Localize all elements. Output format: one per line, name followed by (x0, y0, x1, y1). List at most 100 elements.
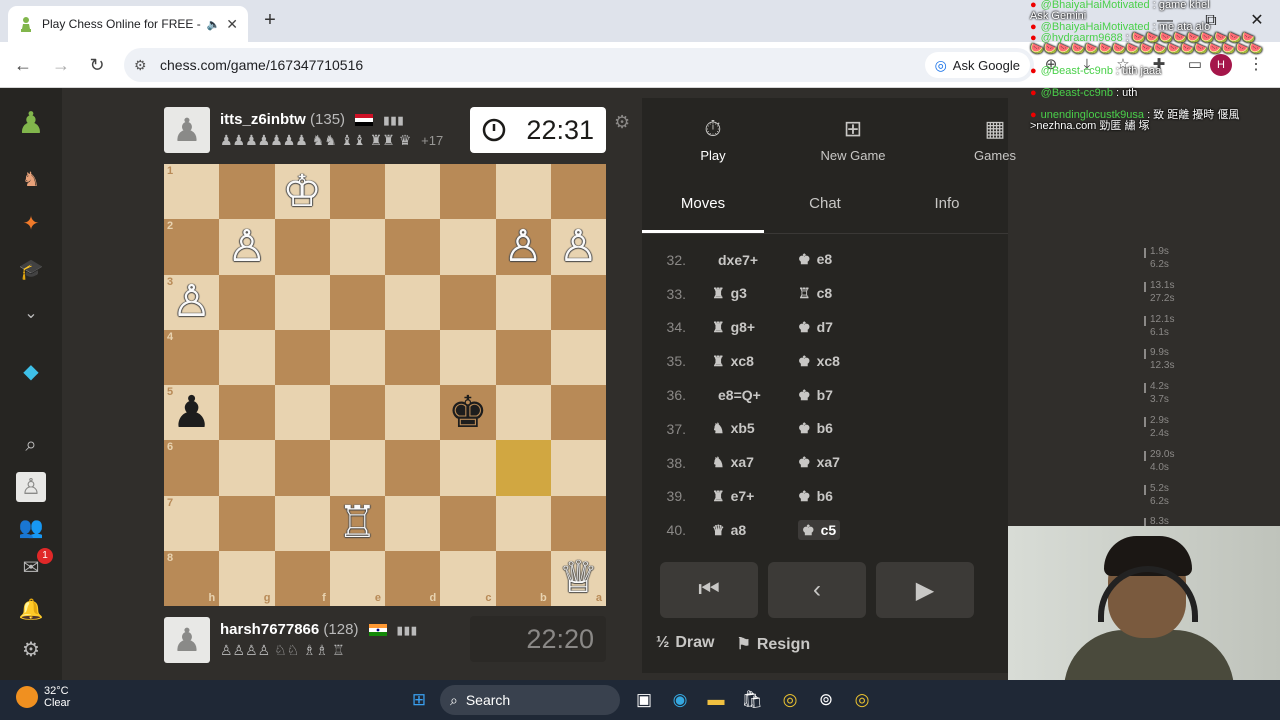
board-square[interactable] (440, 329, 496, 385)
store-icon[interactable]: 🛍 (740, 688, 764, 712)
new-tab-button[interactable]: + (258, 9, 282, 33)
top-player-avatar[interactable]: ♟ (164, 107, 210, 153)
edge-icon[interactable]: ◉ (668, 688, 692, 712)
board-square[interactable] (550, 440, 606, 496)
user-avatar-icon[interactable]: ♙ (16, 472, 46, 502)
board-square[interactable]: 5 ♟ (164, 385, 220, 441)
white-move[interactable]: ♛ a8 (686, 522, 798, 539)
board-square[interactable] (440, 164, 496, 220)
chrome-profile-icon[interactable]: ◎ (850, 688, 874, 712)
white-piece[interactable]: ♙ (227, 224, 266, 269)
white-move[interactable]: ♜ g3 (686, 285, 798, 302)
board-square[interactable]: e (329, 550, 385, 606)
friends-icon[interactable]: 👥 (16, 512, 46, 542)
search-icon[interactable]: ⌕ (16, 430, 46, 460)
board-square[interactable] (495, 385, 551, 441)
white-piece[interactable]: ♕ (559, 556, 598, 600)
file-explorer-icon[interactable]: ▬ (704, 688, 728, 712)
browser-tab[interactable]: Play Chess Online for FREE - 2 Pla 🔈 ✕ (8, 6, 248, 42)
board-square[interactable]: f (274, 550, 330, 606)
black-move[interactable]: ♚ b6 (798, 420, 908, 437)
board-square[interactable] (550, 274, 606, 330)
bottom-player-avatar[interactable]: ♟ (164, 617, 210, 663)
notifications-bell-icon[interactable]: 🔔 (16, 594, 46, 624)
white-move[interactable]: ♞ xb5 (686, 420, 798, 437)
back-arrow-icon[interactable]: ← (12, 54, 34, 76)
board-square[interactable]: b (495, 550, 551, 606)
board-square[interactable] (219, 164, 275, 220)
white-move[interactable]: dxe7+ (686, 252, 798, 268)
speaker-icon[interactable]: 🔈 (207, 18, 221, 31)
chess-logo-icon[interactable]: ♟ (16, 107, 46, 140)
board-square[interactable] (385, 219, 441, 275)
board-square[interactable] (385, 440, 441, 496)
settings-gear-icon[interactable]: ⚙ (16, 634, 46, 664)
new-game-button[interactable]: ⊞ New Game (808, 116, 898, 163)
tab-moves[interactable]: Moves (642, 190, 764, 233)
resign-button[interactable]: ⚑ Resign (736, 634, 810, 654)
play-icon[interactable]: ♞ (16, 164, 46, 194)
board-square[interactable] (274, 329, 330, 385)
board-square[interactable]: 7 (164, 495, 220, 551)
site-info-icon[interactable]: ⚙ (134, 57, 156, 74)
white-move[interactable]: ♞ xa7 (686, 454, 798, 471)
learn-icon[interactable]: 🎓 (16, 254, 46, 284)
board-square[interactable] (385, 164, 441, 220)
board-square[interactable] (440, 440, 496, 496)
tab-info[interactable]: Info (886, 190, 1008, 233)
black-move[interactable]: ♚ c5 (798, 519, 908, 540)
board-square[interactable] (329, 219, 385, 275)
board-square[interactable] (495, 495, 551, 551)
board-square[interactable] (385, 495, 441, 551)
board-square[interactable] (550, 164, 606, 220)
board-square[interactable] (329, 329, 385, 385)
black-piece[interactable]: ♚ (448, 390, 487, 435)
board-square[interactable] (495, 440, 551, 496)
board-square[interactable] (219, 329, 275, 385)
board-square[interactable] (550, 385, 606, 441)
weather-widget[interactable]: 32°C Clear (16, 685, 70, 709)
omnibox[interactable]: ⚙ chess.com/game/167347710516 ◎ Ask Goog… (124, 48, 1034, 82)
chevron-down-icon[interactable]: ⌄ (16, 298, 46, 328)
reload-icon[interactable]: ↻ (86, 54, 108, 76)
taskbar-search[interactable]: ⌕ Search (440, 685, 620, 715)
black-move[interactable]: ♚ e8 (798, 251, 908, 268)
board-square[interactable] (550, 495, 606, 551)
puzzles-icon[interactable]: ✦ (16, 208, 46, 238)
white-piece[interactable]: ♔ (282, 169, 321, 214)
diamond-icon[interactable]: ◆ (16, 356, 46, 386)
board-square[interactable] (274, 495, 330, 551)
first-move-button[interactable]: ⏮ (660, 562, 758, 618)
board-square[interactable] (219, 274, 275, 330)
black-move[interactable]: ♚ xa7 (798, 454, 908, 471)
black-move[interactable]: ♚ b6 (798, 488, 908, 505)
url-text[interactable]: chess.com/game/167347710516 (160, 57, 363, 73)
board-square[interactable] (274, 440, 330, 496)
bottom-player-name[interactable]: harsh7677866 (220, 621, 319, 638)
white-piece[interactable]: ♙ (172, 280, 211, 324)
task-view-icon[interactable]: ▣ (632, 688, 656, 712)
board-square[interactable]: 6 (164, 440, 220, 496)
board-square[interactable]: ♔ (274, 164, 330, 220)
board-square[interactable] (385, 329, 441, 385)
next-move-button[interactable]: ▶ (876, 562, 974, 618)
black-move[interactable]: ♖ c8 (798, 285, 908, 302)
chrome-icon[interactable]: ◎ (778, 688, 802, 712)
board-square[interactable] (495, 164, 551, 220)
white-piece[interactable]: ♙ (503, 224, 542, 269)
board-square[interactable]: a ♕ (550, 550, 606, 606)
board-square[interactable]: 2 (164, 219, 220, 275)
board-square[interactable] (329, 274, 385, 330)
board-square[interactable]: ♙ (219, 219, 275, 275)
board-square[interactable]: 8h (164, 550, 220, 606)
board-square[interactable]: 3 ♙ (164, 274, 220, 330)
previous-move-button[interactable]: ‹ (768, 562, 866, 618)
board-square[interactable] (219, 440, 275, 496)
board-square[interactable] (274, 274, 330, 330)
board-square[interactable] (440, 219, 496, 275)
board-square[interactable] (274, 385, 330, 441)
board-square[interactable] (219, 385, 275, 441)
board-square[interactable]: ♙ (550, 219, 606, 275)
white-move[interactable]: ♜ xc8 (686, 353, 798, 370)
black-move[interactable]: ♚ xc8 (798, 353, 908, 370)
